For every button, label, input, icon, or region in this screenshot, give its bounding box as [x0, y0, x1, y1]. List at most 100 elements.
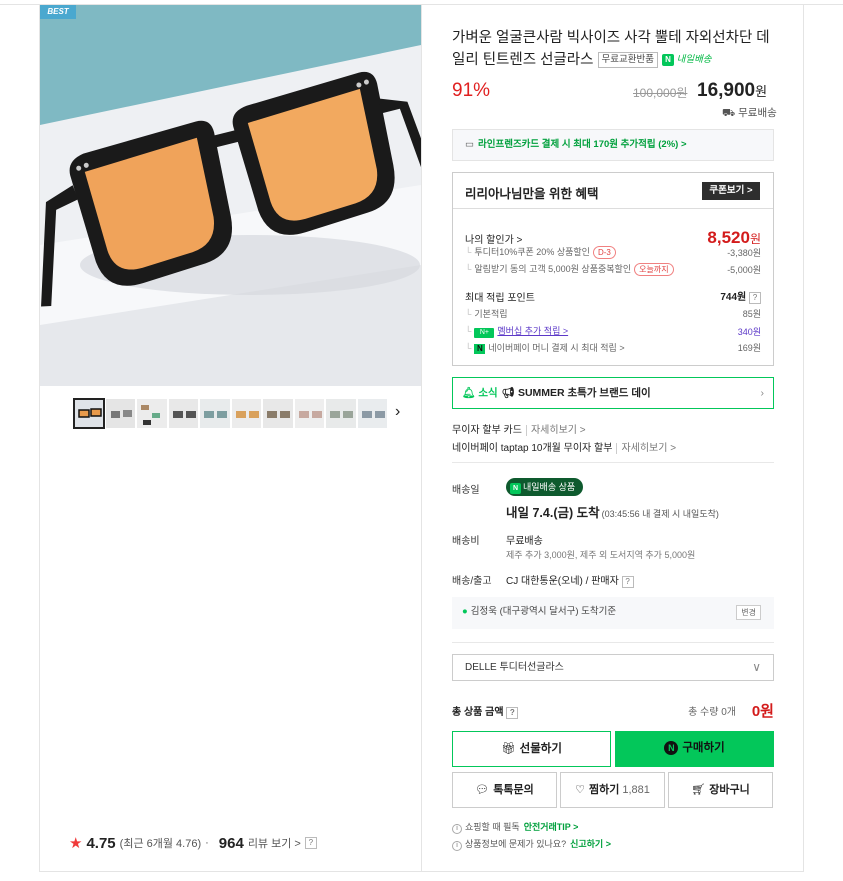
info-icon: i [452, 841, 462, 851]
product-main-image[interactable] [40, 5, 421, 386]
card-promo-banner[interactable]: ▭ 라인프렌즈카드 결제 시 최대 170원 추가적립 (2%) > [452, 129, 774, 161]
help-icon[interactable]: ? [749, 292, 761, 304]
installment-label: 네이버페이 taptap 10개월 무이자 할부 [452, 443, 613, 454]
installment-line: 무이자 할부 카드 자세히보기 > [452, 421, 586, 436]
point-value: 340원 [737, 326, 761, 337]
change-address-button[interactable]: 변경 [736, 605, 761, 620]
discount-pill: D-3 [592, 246, 616, 259]
arrival-note: (03:45:56 내 결제 시 내일도착) [601, 509, 719, 519]
thumbnail[interactable] [105, 398, 137, 429]
shipping-fee-label: 배송비 [452, 536, 480, 547]
thumbnail[interactable] [199, 398, 231, 429]
discount-row: └ 알림받기 동의 고객 5,000원 상품중복할인 오늘까지 -5,000원 [465, 263, 761, 276]
shipping-info: ⛟ 무료배송 [722, 105, 777, 121]
help-icon[interactable]: ? [506, 707, 519, 719]
option-select[interactable]: DELLE 투디터선글라스 ∨ [452, 654, 774, 681]
total-label: 총 상품 금액 [452, 707, 504, 718]
my-price-unit: 원 [749, 232, 761, 246]
megaphone-icon: 📢︎ [501, 387, 516, 399]
location-pin-icon: ● [462, 606, 468, 617]
total-row: 총 상품 금액 ? 총 수량 0개 0원 [452, 700, 774, 720]
installment-line: 네이버페이 taptap 10개월 무이자 할부 자세히보기 > [452, 439, 677, 454]
talk-inquiry-button[interactable]: 💬︎ 톡톡문의 [452, 772, 557, 808]
thumbnail[interactable] [168, 398, 200, 429]
truck-icon: ⛟ [722, 107, 736, 119]
carrier-label: 배송/출고 [452, 576, 492, 587]
point-item: └ N 네이버페이 머니 결제 시 최대 적립 > 169원 [465, 343, 761, 354]
column-divider [421, 4, 422, 872]
thumbnail[interactable] [325, 398, 357, 429]
help-icon[interactable]: ? [621, 576, 634, 588]
sale-price-value: 16,900 [697, 80, 756, 101]
chat-icon: 💬︎ [475, 784, 490, 796]
bell-icon: 🔔︎ [462, 387, 476, 399]
safe-trade-link[interactable]: 안전거래TIP > [524, 822, 579, 832]
detail-link[interactable]: 자세히보기 > [616, 443, 677, 454]
membership-link[interactable]: 멤버십 추가 적립 > [497, 326, 568, 336]
cart-icon: 🛒︎ [691, 784, 706, 796]
help-icon[interactable]: ? [304, 837, 317, 849]
safe-trade-line: i 쇼핑할 때 필독 안전거래TIP > [452, 820, 578, 834]
thumbnail[interactable] [136, 398, 168, 429]
star-icon: ★ [69, 835, 83, 852]
naver-n-icon: N [510, 483, 521, 494]
review-link[interactable]: 리뷰 보기 > [248, 835, 301, 851]
thumbnail[interactable] [231, 398, 263, 429]
delivery-address: ● 김정욱 (대구광역시 달서구) 도착기준 변경 [452, 597, 774, 629]
shipping-fee-value: 무료배송 [506, 536, 543, 547]
thumbnail[interactable] [357, 398, 389, 429]
rating-score: 4.75 [86, 834, 116, 852]
point-item: └ N+ 멤버십 추가 적립 > 340원 [465, 326, 761, 338]
tomorrow-delivery-pill: N 내일배송 상품 [506, 478, 584, 496]
shipping-fee-note: 제주 추가 3,000원, 제주 외 도서지역 추가 5,000원 [506, 550, 696, 560]
discount-row: └ 투디터10%쿠폰 20% 상품할인 D-3 -3,380원 [465, 246, 761, 259]
detail-link[interactable]: 자세히보기 > [525, 425, 586, 436]
gift-label: 선물하기 [519, 743, 562, 755]
thumbnail-strip [73, 398, 388, 430]
report-line: i 상품정보에 문제가 있나요? 신고하기 > [452, 837, 611, 851]
point-item: └ 기본적립 85원 [465, 309, 761, 319]
card-promo-text: 라인프렌즈카드 결제 시 최대 170원 추가적립 (2%) > [477, 139, 687, 150]
points-value: 744원 [720, 292, 747, 303]
chevron-right-icon[interactable]: › [395, 403, 400, 421]
coupon-view-button[interactable]: 쿠폰보기 > [702, 182, 760, 200]
credit-card-icon: ▭ [465, 139, 474, 150]
carrier-value: CJ 대한통운(오네) / 판매자 [506, 576, 619, 587]
naver-pay-icon: N [664, 741, 679, 755]
chevron-down-icon: ∨ [752, 660, 761, 674]
original-price: 100,000원 [633, 86, 688, 100]
my-price-label[interactable]: 나의 할인가 > [465, 231, 522, 246]
wish-button[interactable]: ♡ 찜하기 1,881 [560, 772, 665, 808]
sale-price-unit: 원 [755, 84, 768, 99]
point-value: 85원 [742, 309, 761, 319]
delivery-date-label: 배송일 [452, 485, 480, 496]
buy-label: 구매하기 [682, 742, 725, 754]
safe-trade-text: 쇼핑할 때 필독 [465, 822, 520, 832]
buy-button[interactable]: N 구매하기 [615, 731, 774, 767]
thumbnail[interactable] [262, 398, 294, 429]
total-quantity: 총 수량 0개 [688, 707, 736, 718]
report-text: 상품정보에 문제가 있나요? [465, 839, 567, 849]
option-selected-value: DELLE 투디터선글라스 [465, 662, 564, 673]
cart-button[interactable]: 🛒︎ 장바구니 [668, 772, 773, 808]
gift-button[interactable]: 🎁︎ 선물하기 [452, 731, 611, 767]
total-label-wrap: 총 상품 금액 ? [452, 703, 519, 719]
gift-icon: 🎁︎ [501, 743, 516, 755]
thumbnail[interactable] [294, 398, 326, 429]
rating-separator: · [205, 837, 209, 849]
thumbnail[interactable] [73, 398, 105, 429]
address-text: 김정욱 (대구광역시 달서구) 도착기준 [470, 606, 617, 617]
divider [452, 462, 774, 463]
arrival-info: 내일 7.4.(금) 도착 (03:45:56 내 결제 시 내일도착) [506, 502, 719, 521]
report-link[interactable]: 신고하기 > [570, 839, 611, 849]
wish-label: 찜하기 [588, 784, 620, 796]
chevron-right-icon: › [760, 387, 765, 399]
discount-rate: 91% [452, 80, 491, 101]
installment-label: 무이자 할부 카드 [452, 425, 522, 436]
info-icon: i [452, 824, 462, 834]
notice-label: 소식 [478, 387, 498, 399]
discount-value: -3,380원 [727, 247, 761, 258]
tomorrow-pill-text: 내일배송 상품 [523, 482, 576, 492]
summer-event-banner[interactable]: 🔔︎ 소식 📢︎ SUMMER 초특가 브랜드 데이 › [452, 377, 774, 409]
naverpay-link[interactable]: 네이버페이 머니 결제 시 최대 적립 > [488, 343, 624, 353]
